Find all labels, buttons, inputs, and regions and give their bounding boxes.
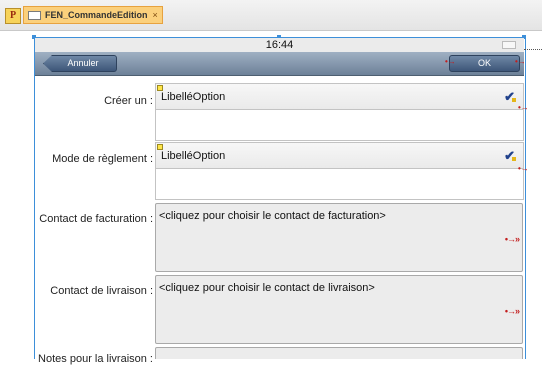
combo-creer-un[interactable]: LibelléOption ✔	[155, 83, 524, 110]
app-logo-icon: P	[5, 8, 21, 24]
contact-livraison-field[interactable]: <cliquez pour choisir le contact de livr…	[155, 275, 523, 344]
battery-icon	[502, 41, 516, 49]
checkmark-icon: ✔	[504, 148, 516, 163]
cancel-button[interactable]: Annuler	[43, 55, 117, 72]
guide-line	[524, 49, 542, 50]
notes-livraison-field[interactable]	[155, 347, 523, 359]
tab-fen-commande-edition[interactable]: FEN_CommandeEdition ×	[23, 6, 163, 24]
status-bar: 16:44	[35, 38, 524, 52]
window-icon	[28, 10, 41, 20]
tab-close-icon[interactable]: ×	[153, 10, 158, 20]
anchor-marker-icon: •→	[445, 57, 456, 66]
anchor-marker-icon: •→	[518, 103, 529, 112]
combo-value: LibelléOption	[161, 91, 226, 103]
checkmark-icon: ✔	[504, 89, 516, 104]
navigation-bar: Annuler OK •→ •→	[35, 52, 526, 76]
combo-mode-de-reglement[interactable]: LibelléOption ✔	[155, 142, 524, 169]
contact-facturation-field[interactable]: <cliquez pour choisir le contact de fact…	[155, 203, 523, 272]
anchor-marker-icon: •→	[518, 164, 529, 173]
label-contact-facturation: Contact de facturation :	[39, 213, 153, 225]
anchor-marker-icon: •→»	[504, 306, 520, 316]
anchor-marker-icon: •→	[515, 57, 526, 66]
label-mode-de-reglement: Mode de règlement :	[52, 153, 153, 165]
anchor-marker-icon: •→»	[504, 234, 520, 244]
label-contact-livraison: Contact de livraison :	[50, 285, 153, 297]
combo-value: LibelléOption	[161, 150, 226, 162]
ok-button[interactable]: OK	[449, 55, 520, 72]
combo-mode-de-reglement-area	[155, 169, 524, 200]
contact-facturation-placeholder: <cliquez pour choisir le contact de fact…	[159, 210, 386, 222]
combo-creer-un-area	[155, 110, 524, 141]
editor-tab-strip: P FEN_CommandeEdition ×	[0, 0, 542, 31]
label-creer-un: Créer un :	[104, 95, 153, 107]
label-notes-livraison: Notes pour la livraison :	[38, 353, 153, 365]
status-time: 16:44	[265, 39, 294, 51]
tab-title: FEN_CommandeEdition	[45, 10, 148, 20]
contact-livraison-placeholder: <cliquez pour choisir le contact de livr…	[159, 282, 375, 294]
